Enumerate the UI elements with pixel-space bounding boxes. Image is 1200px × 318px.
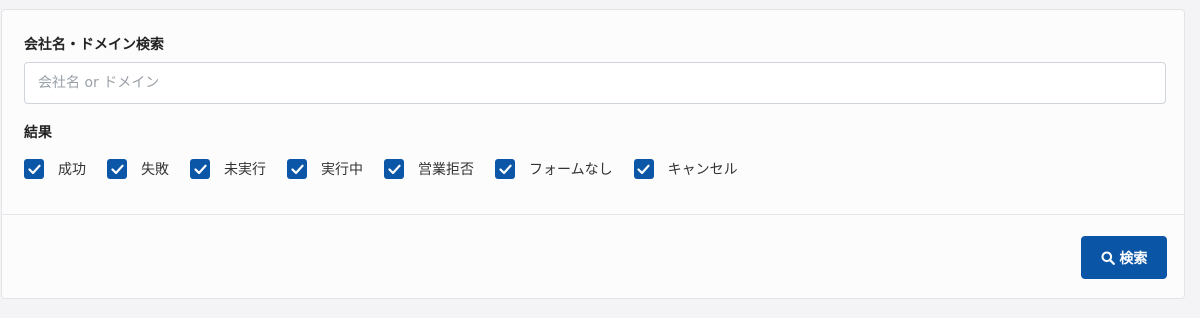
- checkbox-checked-icon[interactable]: [107, 159, 127, 179]
- result-option-cancel[interactable]: キャンセル: [633, 159, 738, 179]
- search-button-label: 検索: [1119, 250, 1148, 267]
- result-option-label: キャンセル: [667, 162, 738, 178]
- result-option-no-form[interactable]: フォームなし: [495, 159, 613, 179]
- search-icon: [1101, 251, 1115, 265]
- divider: [2, 214, 1184, 215]
- company-domain-search-input[interactable]: [24, 62, 1166, 104]
- checkbox-checked-icon[interactable]: [384, 159, 404, 179]
- checkbox-checked-icon[interactable]: [633, 159, 654, 179]
- result-checkbox-group: 成功 失敗 未実行 実行中 営業拒否 フォームなし キャンセル: [24, 158, 759, 180]
- checkbox-checked-icon[interactable]: [495, 159, 515, 179]
- result-option-label: 成功: [58, 162, 86, 178]
- search-button[interactable]: 検索: [1081, 236, 1167, 279]
- result-option-running[interactable]: 実行中: [287, 159, 363, 179]
- result-option-failure[interactable]: 失敗: [107, 159, 169, 179]
- result-option-label: 実行中: [321, 162, 363, 178]
- search-filter-panel: 会社名・ドメイン検索 結果 成功 失敗 未実行 実行中: [1, 9, 1185, 299]
- result-option-label: フォームなし: [529, 162, 613, 178]
- result-option-label: 未実行: [224, 162, 266, 178]
- result-option-sales-refused[interactable]: 営業拒否: [384, 159, 474, 179]
- checkbox-checked-icon[interactable]: [190, 159, 210, 179]
- result-option-not-executed[interactable]: 未実行: [190, 159, 266, 179]
- result-option-success[interactable]: 成功: [24, 159, 86, 179]
- checkbox-checked-icon[interactable]: [24, 159, 44, 179]
- result-filter-label: 結果: [24, 125, 52, 141]
- search-label: 会社名・ドメイン検索: [24, 37, 164, 53]
- result-option-label: 失敗: [141, 162, 169, 178]
- checkbox-checked-icon[interactable]: [287, 159, 307, 179]
- result-option-label: 営業拒否: [418, 162, 474, 178]
